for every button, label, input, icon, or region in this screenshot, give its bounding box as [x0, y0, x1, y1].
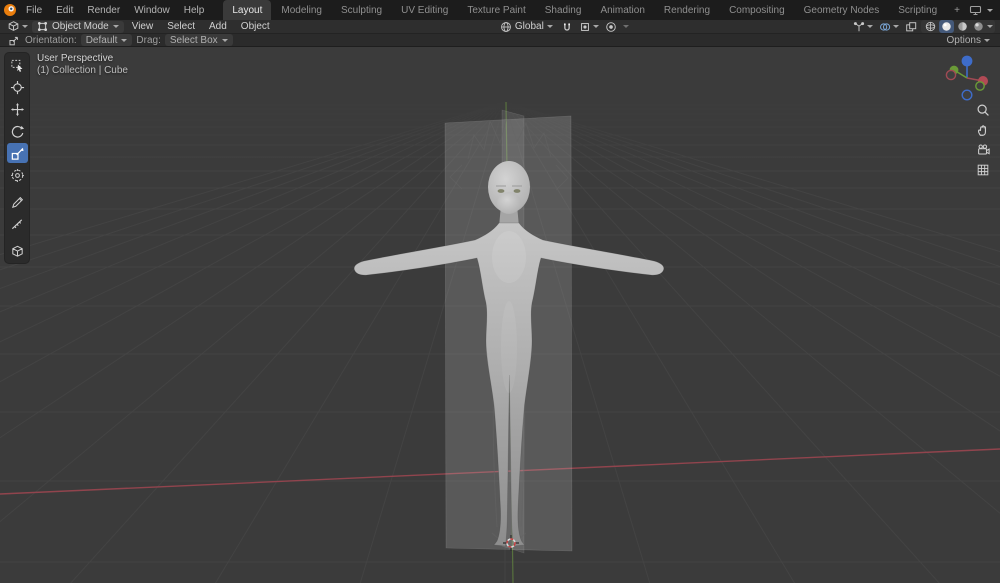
- mode-dropdown[interactable]: Object Mode: [32, 20, 124, 33]
- tool-rotate[interactable]: [7, 121, 28, 141]
- viewport-nav-buttons: [975, 102, 991, 177]
- shading-solid-icon[interactable]: [939, 20, 955, 33]
- options-label: Options: [946, 34, 981, 46]
- transform-snap-group: Global: [496, 20, 631, 33]
- menu-file[interactable]: File: [19, 3, 49, 18]
- editor-type-chevron-icon: [22, 25, 28, 28]
- shading-material-icon[interactable]: [955, 20, 970, 33]
- orientation-default-dropdown[interactable]: Default: [80, 34, 133, 46]
- tool-add-cube[interactable]: [7, 241, 28, 261]
- pan-hand-icon[interactable]: [975, 122, 991, 137]
- camera-view-icon[interactable]: [975, 142, 991, 157]
- blender-logo-icon[interactable]: [0, 3, 19, 17]
- snap-chevron-icon: [592, 25, 599, 28]
- menu-add[interactable]: Add: [203, 20, 233, 33]
- active-tool-icon: [6, 34, 21, 47]
- options-chevron-icon: [984, 38, 990, 42]
- navigation-gizmo[interactable]: [938, 49, 996, 107]
- proportional-editing-icon[interactable]: [603, 20, 619, 33]
- tool-shelf: [4, 52, 30, 264]
- viewport-header: Object Mode View Select Add Object Globa…: [0, 20, 1000, 34]
- editor-type-dropdown[interactable]: [5, 20, 30, 33]
- options-dropdown[interactable]: Options: [943, 35, 994, 46]
- shading-wireframe-icon[interactable]: [923, 20, 938, 33]
- tab-compositing[interactable]: Compositing: [720, 0, 794, 20]
- tool-move[interactable]: [7, 99, 28, 119]
- status-chevron-icon[interactable]: [987, 8, 993, 12]
- topbar-status: [967, 4, 1000, 17]
- tab-rendering[interactable]: Rendering: [655, 0, 719, 20]
- tool-cursor[interactable]: [7, 77, 28, 97]
- overlays-chevron-icon: [893, 25, 900, 28]
- active-object-label: (1) Collection | Cube: [37, 65, 128, 76]
- drag-mode-dropdown[interactable]: Select Box: [164, 34, 233, 46]
- shading-group: [921, 20, 996, 33]
- tab-sculpting[interactable]: Sculpting: [332, 0, 391, 20]
- viewport-overlay-text: User Perspective (1) Collection | Cube: [37, 53, 128, 77]
- viewport-scene[interactable]: [0, 47, 1000, 583]
- orientation-dropdown[interactable]: Global: [496, 21, 557, 33]
- tab-scripting[interactable]: Scripting: [889, 0, 946, 20]
- topbar: File Edit Render Window Help Layout Mode…: [0, 0, 1000, 20]
- workspace-tabs: Layout Modeling Sculpting UV Editing Tex…: [223, 0, 967, 20]
- orientation-chevron-icon: [546, 25, 553, 28]
- tool-annotate[interactable]: [7, 192, 28, 212]
- drag-mode-value: Select Box: [169, 34, 218, 46]
- show-gizmos-dropdown[interactable]: [851, 20, 875, 33]
- tool-measure[interactable]: [7, 214, 28, 234]
- tool-select-box[interactable]: [7, 55, 28, 75]
- mode-chevron-icon: [112, 25, 119, 28]
- mode-label: Object Mode: [52, 21, 109, 32]
- orientation-settings-label: Orientation:: [25, 34, 77, 46]
- tab-modeling[interactable]: Modeling: [272, 0, 331, 20]
- add-workspace-button[interactable]: +: [947, 0, 967, 20]
- falloff-chevron-icon: [622, 25, 629, 28]
- tab-geometry-nodes[interactable]: Geometry Nodes: [795, 0, 889, 20]
- tab-texture-paint[interactable]: Texture Paint: [458, 0, 534, 20]
- tab-layout[interactable]: Layout: [223, 0, 272, 20]
- menu-view[interactable]: View: [126, 20, 160, 33]
- orientation-default-chevron-icon: [121, 38, 128, 42]
- tab-uv-editing[interactable]: UV Editing: [392, 0, 457, 20]
- orthographic-toggle-icon[interactable]: [975, 162, 991, 177]
- tab-shading[interactable]: Shading: [536, 0, 591, 20]
- show-overlays-dropdown[interactable]: [877, 20, 901, 33]
- orientation-default-value: Default: [85, 34, 118, 46]
- view-perspective-label: User Perspective: [37, 53, 114, 64]
- viewport-display-group: [851, 20, 996, 33]
- gizmos-chevron-icon: [867, 25, 874, 28]
- snap-target-dropdown[interactable]: [577, 20, 601, 33]
- snap-magnet-icon[interactable]: [559, 20, 575, 33]
- zoom-icon[interactable]: [975, 102, 991, 117]
- orientation-global-label: Global: [514, 21, 544, 32]
- display-status-icon[interactable]: [967, 4, 984, 17]
- toggle-xray-icon[interactable]: [903, 20, 919, 33]
- tool-scale[interactable]: [6, 143, 28, 163]
- gizmo-neg-z-axis: [961, 89, 973, 101]
- shading-rendered-icon[interactable]: [971, 20, 986, 33]
- menu-select[interactable]: Select: [161, 20, 201, 33]
- tool-settings-bar: Orientation: Default Drag: Select Box Op…: [0, 34, 1000, 47]
- drag-label: Drag:: [136, 34, 161, 46]
- 3d-viewport[interactable]: User Perspective (1) Collection | Cube: [0, 47, 1000, 583]
- drag-chevron-icon: [221, 38, 228, 42]
- menu-object[interactable]: Object: [235, 20, 276, 33]
- gizmo-z-axis: [961, 55, 973, 67]
- tool-transform[interactable]: [7, 165, 28, 185]
- menu-render[interactable]: Render: [80, 3, 127, 18]
- shading-chevron-icon[interactable]: [987, 25, 994, 28]
- menu-edit[interactable]: Edit: [49, 3, 80, 18]
- blender-window: File Edit Render Window Help Layout Mode…: [0, 0, 1000, 583]
- gizmo-neg-x-axis: [945, 69, 957, 81]
- falloff-dropdown[interactable]: [621, 20, 631, 33]
- tab-animation[interactable]: Animation: [591, 0, 653, 20]
- gizmo-neg-y-axis: [975, 81, 985, 91]
- menu-help[interactable]: Help: [177, 3, 212, 18]
- menu-window[interactable]: Window: [127, 3, 177, 18]
